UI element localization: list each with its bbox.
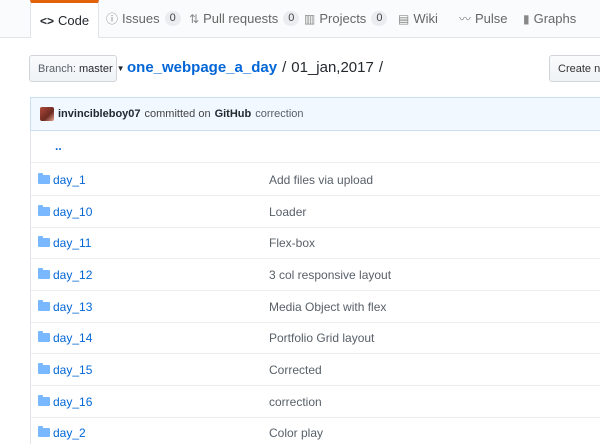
branch-name: master [78, 62, 113, 75]
breadcrumb: one_webpage_a_day /01_jan,2017/ [127, 59, 388, 76]
file-row[interactable]: day_16 correction [31, 386, 600, 418]
issue-icon: ⓘ [106, 12, 119, 26]
breadcrumb-separator: / [282, 59, 287, 76]
folder-link[interactable]: day_10 [53, 205, 92, 219]
commit-message-link[interactable]: Color play [269, 426, 323, 440]
parent-directory-link[interactable]: .. [55, 139, 62, 153]
folder-icon [38, 331, 50, 342]
pull-requests-counter: 0 [283, 11, 300, 26]
issues-counter: 0 [164, 11, 181, 26]
pull-request-icon: ⇅ [189, 11, 200, 26]
folder-link[interactable]: day_16 [53, 395, 92, 409]
commit-message-link[interactable]: Corrected [269, 363, 322, 377]
parent-directory-row[interactable]: .. [31, 131, 600, 163]
commit-message-link[interactable]: Flex-box [269, 236, 315, 250]
tab-code[interactable]: <> Code [30, 0, 100, 38]
tab-pulse[interactable]: 〰 Pulse [459, 0, 508, 37]
folder-icon [38, 268, 50, 279]
commit-message-link[interactable]: Portfolio Grid layout [269, 331, 374, 345]
file-row[interactable]: day_14 Portfolio Grid layout [31, 322, 600, 354]
file-row[interactable]: day_10 Loader [31, 196, 600, 228]
tab-issues[interactable]: ⓘ Issues 0 [106, 0, 181, 37]
breadcrumb-repo-link[interactable]: one_webpage_a_day [127, 59, 277, 76]
tab-wiki[interactable]: ▤ Wiki [398, 0, 438, 37]
folder-icon [38, 236, 50, 247]
project-icon: ▥ [304, 11, 316, 26]
repo-nav: <> Code ⓘ Issues 0 ⇅ Pull requests 0 ▥ P… [0, 0, 600, 38]
branch-select-button[interactable]: Branch: master ▼ [29, 55, 125, 82]
folder-icon [38, 426, 50, 437]
tab-graphs[interactable]: ▮ Graphs [523, 0, 576, 37]
folder-icon [38, 363, 50, 374]
code-icon: <> [40, 13, 55, 28]
folder-link[interactable]: day_2 [53, 426, 86, 440]
commit-message-link[interactable]: 3 col responsive layout [269, 268, 391, 282]
folder-link[interactable]: day_13 [53, 300, 92, 314]
folder-link[interactable]: day_12 [53, 268, 92, 282]
folder-link[interactable]: day_15 [53, 363, 92, 377]
commit-message-link[interactable]: correction [255, 108, 303, 120]
projects-counter: 0 [371, 11, 388, 26]
tab-code-label: Code [58, 13, 90, 28]
graph-icon: ▮ [523, 11, 530, 26]
tab-pulse-label: Pulse [475, 11, 508, 26]
folder-icon [38, 395, 50, 406]
commit-message-link[interactable]: Add files via upload [269, 173, 373, 187]
tab-projects-label: Projects [319, 11, 367, 26]
file-list: .. day_1 Add files via upload day_10 Loa… [30, 131, 600, 444]
tab-graphs-label: Graphs [533, 11, 577, 26]
file-row[interactable]: day_15 Corrected [31, 354, 600, 386]
file-row[interactable]: day_13 Media Object with flex [31, 291, 600, 323]
folder-link[interactable]: day_14 [53, 331, 92, 345]
tab-wiki-label: Wiki [413, 11, 438, 26]
avatar[interactable] [40, 107, 54, 121]
repo-page: <> Code ⓘ Issues 0 ⇅ Pull requests 0 ▥ P… [0, 0, 600, 444]
book-icon: ▤ [398, 11, 410, 26]
file-row[interactable]: day_2 Color play [31, 417, 600, 444]
tab-projects[interactable]: ▥ Projects 0 [304, 0, 388, 37]
folder-icon [38, 300, 50, 311]
file-row[interactable]: day_1 Add files via upload [31, 164, 600, 196]
breadcrumb-folder: 01_jan,2017 [291, 59, 374, 76]
commit-verb: committed on [144, 108, 211, 120]
file-row[interactable]: day_12 3 col responsive layout [31, 259, 600, 291]
folder-icon [38, 205, 50, 216]
breadcrumb-trail: / [378, 59, 384, 76]
tab-pull-requests-label: Pull requests [203, 11, 279, 26]
tab-pull-requests[interactable]: ⇅ Pull requests 0 [189, 0, 300, 37]
file-row[interactable]: day_11 Flex-box [31, 227, 600, 259]
tab-issues-label: Issues [122, 11, 160, 26]
folder-icon [38, 173, 50, 184]
commit-message-link[interactable]: Loader [269, 205, 306, 219]
caret-down-icon: ▼ [116, 64, 125, 73]
create-new-file-button[interactable]: Create new file [549, 55, 600, 82]
commit-committer: GitHub [214, 108, 252, 120]
pulse-icon: 〰 [459, 12, 472, 26]
folder-link[interactable]: day_11 [53, 236, 91, 250]
branch-prefix: Branch: [38, 62, 76, 75]
commit-author-link[interactable]: invincibleboy07 [58, 108, 141, 120]
commit-message-link[interactable]: Media Object with flex [269, 300, 386, 314]
commit-tease: invincibleboy07 committed on GitHub corr… [30, 97, 600, 131]
commit-message-link[interactable]: correction [269, 395, 322, 409]
folder-link[interactable]: day_1 [53, 173, 86, 187]
